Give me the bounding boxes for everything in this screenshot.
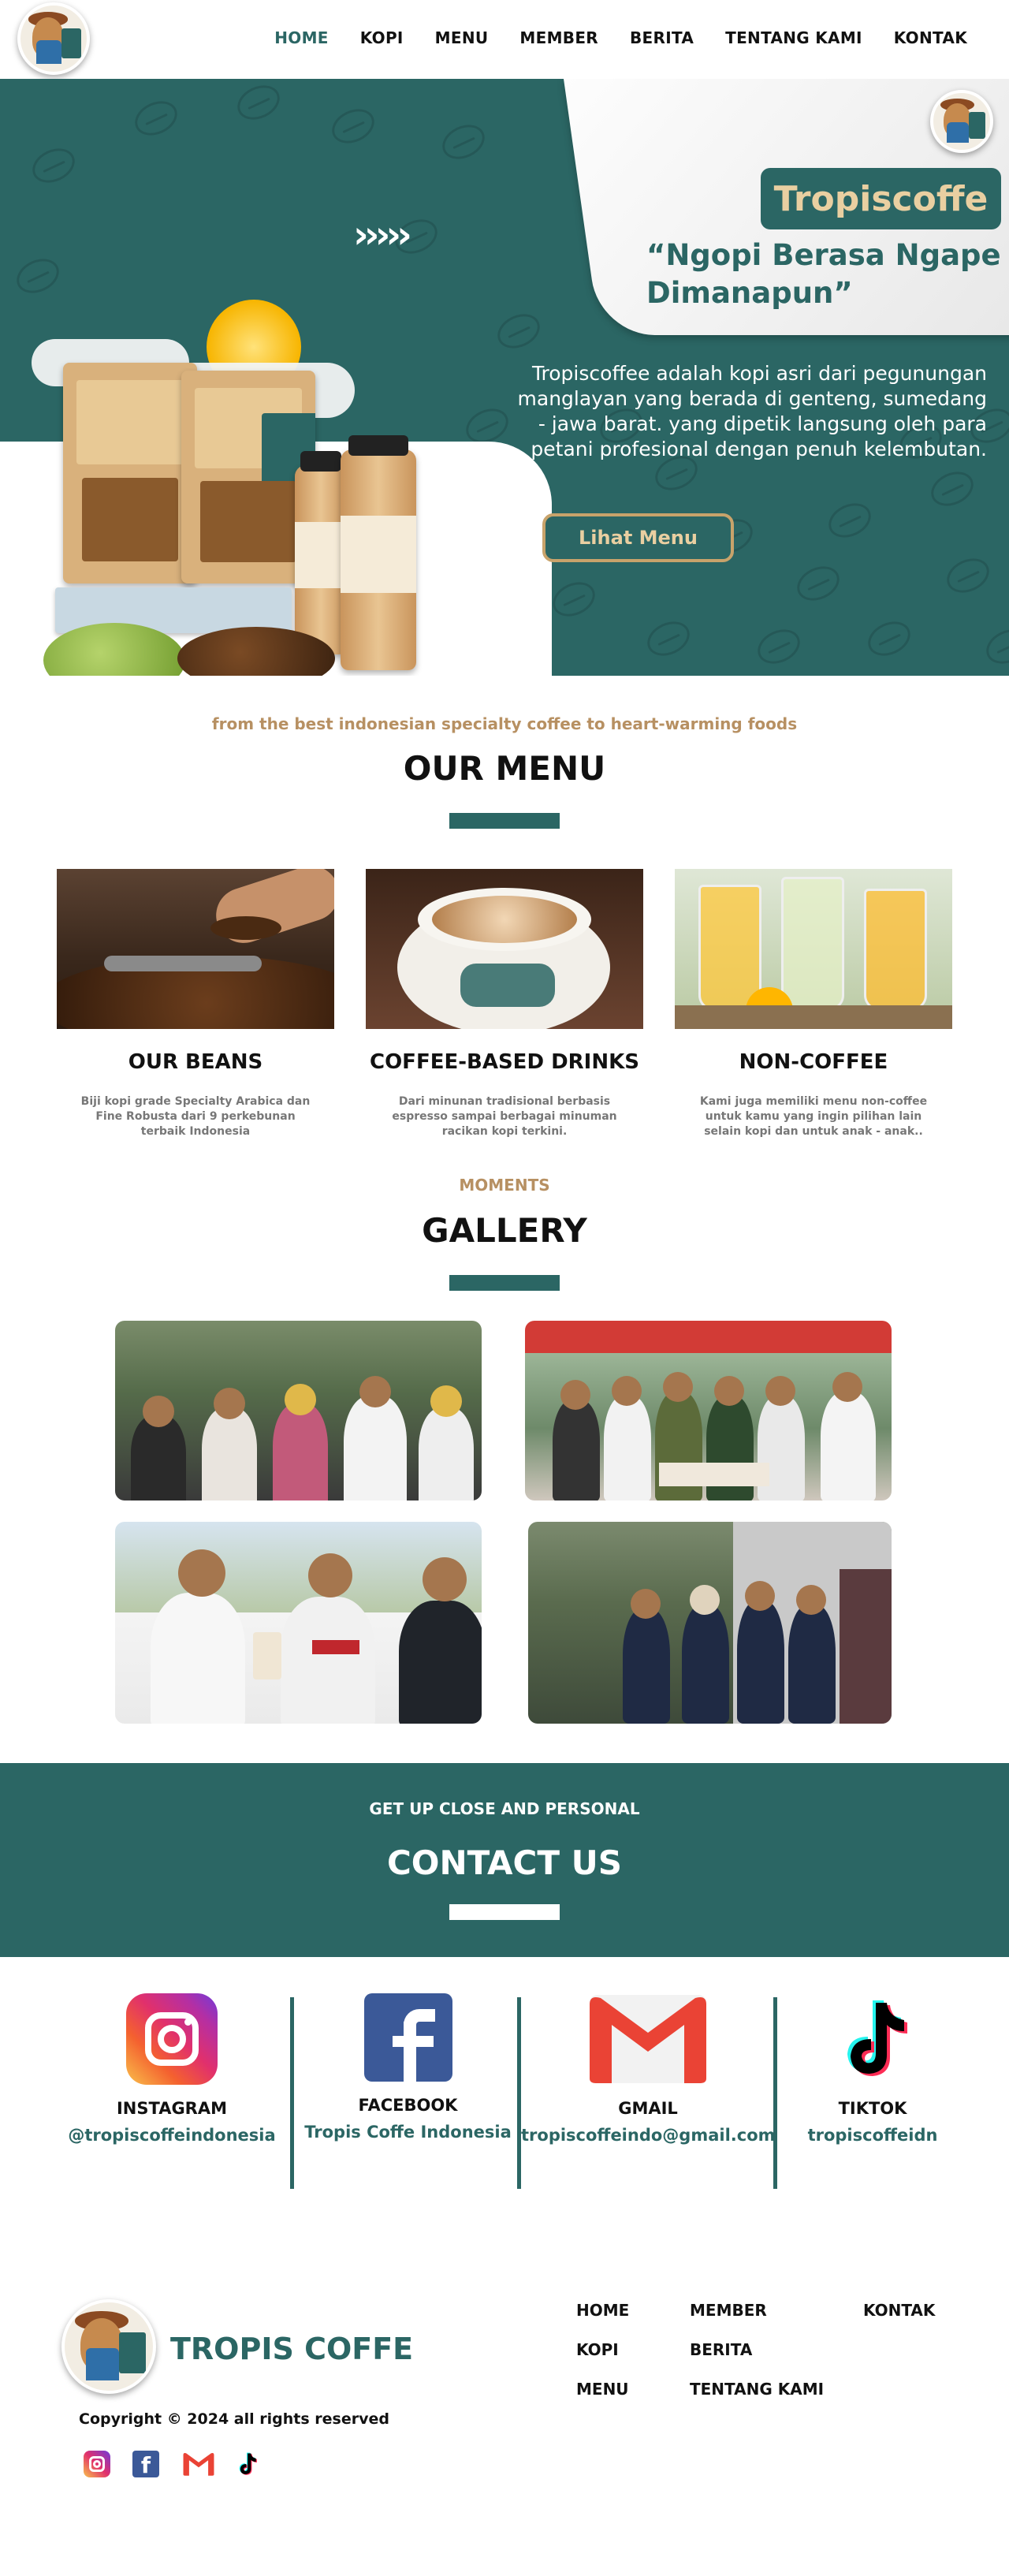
gallery-photo[interactable] [525,1321,892,1500]
footer-brand: TROPIS COFFE [170,2332,414,2366]
menu-item-title: COFFEE-BASED DRINKS [370,1050,639,1074]
bean-pattern-mark [437,118,490,166]
hero-tagline: “Ngopi Berasa Ngape Dimanapun” [646,238,1001,310]
brand-box: Tropiscoffe [761,168,1001,229]
bean-pattern-mark [862,615,916,662]
nav-home[interactable]: HOME [274,28,329,47]
tiktok-icon [847,2000,907,2076]
facebook-icon [363,1993,452,2082]
gallery-photo[interactable] [115,1522,482,1724]
bean-pattern-mark [941,552,995,599]
nav-tentang-kami[interactable]: TENTANG KAMI [725,28,862,47]
lihat-menu-button[interactable]: Lihat Menu [542,513,734,562]
bean-pattern-mark [642,615,695,662]
gmail-icon [590,1995,706,2083]
footer-link-menu[interactable]: MENU [576,2380,629,2399]
menu-eyebrow: from the best indonesian specialty coffe… [211,714,798,733]
footer-link-home[interactable]: HOME [576,2301,629,2320]
menu-item-desc: Kami juga memiliki menu non-coffee untuk… [699,1095,928,1138]
channel-name: GMAIL [618,2099,678,2118]
non-coffee-image [675,869,952,1029]
gallery-photo[interactable] [115,1321,482,1500]
channel-name: FACEBOOK [358,2096,458,2115]
hero-section: Tropiscoffe “Ngopi Berasa Ngape Dimanapu… [0,79,1009,676]
beans-image [57,869,334,1029]
menu-underline [449,813,560,829]
copyright: Copyright © 2024 all rights reserved [79,2410,389,2428]
bean-pattern-mark [823,497,877,544]
bean-pattern-mark [232,79,285,126]
bean-pattern-mark [326,103,380,150]
channel-name: TIKTOK [838,2099,907,2118]
footer-link-kopi[interactable]: KOPI [576,2340,619,2359]
contact-tiktok[interactable]: TIKTOK tropiscoffeidn [778,1993,967,2145]
channel-name: INSTAGRAM [116,2099,228,2118]
bean-pattern-mark [752,623,806,670]
gallery-eyebrow: MOMENTS [459,1176,550,1195]
instagram-icon[interactable] [84,2451,110,2477]
footer-logo[interactable] [61,2299,156,2394]
nav-berita[interactable]: BERITA [630,28,694,47]
bean-pattern-mark [27,142,80,189]
facebook-icon[interactable]: f [132,2451,159,2477]
channel-handle[interactable]: tropiscoffeidn [778,2126,967,2145]
gallery-photo[interactable] [528,1522,892,1724]
product-image [0,268,504,676]
menu-item-desc: Biji kopi grade Specialty Arabica dan Fi… [80,1095,311,1138]
footer-link-tentang-kami[interactable]: TENTANG KAMI [690,2380,824,2399]
hero-description: Tropiscoffee adalah kopi asri dari pegun… [517,362,987,460]
navbar: HOME KOPI MENU MEMBER BERITA TENTANG KAM… [0,0,1009,79]
gmail-icon[interactable] [183,2451,214,2477]
brand-name: Tropiscoffe [773,178,989,219]
bean-pattern-mark [925,465,979,513]
tiktok-icon[interactable] [233,2451,260,2477]
contact-facebook[interactable]: FACEBOOK Tropis Coffe Indonesia [296,1993,520,2142]
bean-pattern-mark [981,623,1009,670]
menu-item-desc: Dari minunan tradisional berbasis espres… [392,1095,617,1138]
contact-underline [449,1904,560,1920]
nav-kopi[interactable]: KOPI [360,28,404,47]
nav-menu: HOME KOPI MENU MEMBER BERITA TENTANG KAM… [274,28,967,47]
logo[interactable] [17,2,90,75]
contact-divider [773,1997,777,2189]
contact-divider [290,1997,294,2189]
hero-logo [930,90,993,153]
nav-menu[interactable]: MENU [435,28,489,47]
nav-member[interactable]: MEMBER [519,28,598,47]
channel-handle[interactable]: @tropiscoffeindonesia [55,2126,289,2145]
instagram-icon [126,1993,218,2085]
coffee-drink-image [366,869,643,1029]
menu-title: OUR MENU [403,749,606,788]
footer-link-berita[interactable]: BERITA [690,2340,752,2359]
footer-link-kontak[interactable]: KONTAK [863,2301,935,2320]
contact-eyebrow: GET UP CLOSE AND PERSONAL [369,1799,640,1818]
channel-handle[interactable]: Tropis Coffe Indonesia [296,2123,520,2142]
chevrons-icon: ››››› [353,213,412,257]
footer-link-member[interactable]: MEMBER [690,2301,767,2320]
bean-pattern-mark [129,95,183,142]
gallery-title: GALLERY [422,1211,587,1250]
menu-item-title: NON-COFFEE [739,1050,888,1074]
menu-item-title: OUR BEANS [128,1050,263,1074]
channel-handle[interactable]: tropiscoffeindo@gmail.com [521,2126,776,2145]
gallery-underline [449,1275,560,1291]
contact-gmail[interactable]: GMAIL tropiscoffeindo@gmail.com [521,1993,776,2145]
bean-pattern-mark [791,560,845,607]
bean-pattern-mark [547,576,601,623]
nav-kontak[interactable]: KONTAK [894,28,967,47]
contact-instagram[interactable]: INSTAGRAM @tropiscoffeindonesia [55,1993,289,2145]
contact-title: CONTACT US [386,1843,623,1882]
